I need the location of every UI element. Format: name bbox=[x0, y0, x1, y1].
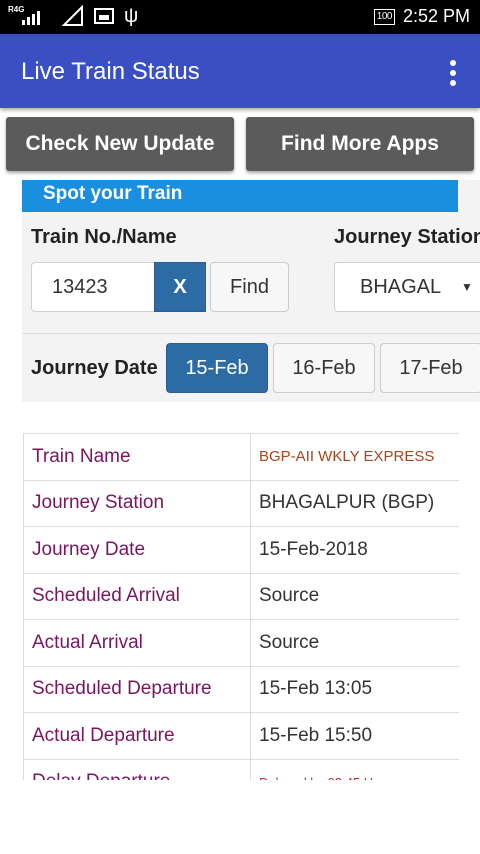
clock: 2:52 PM bbox=[402, 6, 470, 26]
row-value: 15-Feb 15:50 bbox=[250, 712, 459, 760]
journey-date-label: Journey Date bbox=[31, 357, 158, 379]
train-info-table: Train Name BGP-AII WKLY EXPRESS Journey … bbox=[23, 433, 459, 780]
row-value: Source bbox=[250, 619, 459, 667]
usb-icon: ψ bbox=[124, 5, 139, 27]
table-row: Journey Station BHAGALPUR (BGP) bbox=[23, 479, 459, 527]
empty-signal-icon bbox=[62, 5, 83, 26]
status-icons-right: 100 2:52 PM bbox=[373, 6, 470, 27]
row-value: Source bbox=[250, 572, 459, 620]
row-label: Scheduled Arrival bbox=[23, 572, 251, 620]
table-row: Scheduled Arrival Source bbox=[23, 572, 459, 620]
date-button-16-feb[interactable]: 16-Feb bbox=[273, 343, 375, 393]
row-label: Scheduled Departure bbox=[23, 665, 251, 713]
date-button-15-feb[interactable]: 15-Feb bbox=[166, 343, 268, 393]
row-value: 15-Feb 13:05 bbox=[250, 665, 459, 713]
app-bar: Live Train Status bbox=[0, 34, 480, 108]
table-row: Scheduled Departure 15-Feb 13:05 bbox=[23, 665, 459, 713]
overflow-menu-icon[interactable] bbox=[450, 60, 456, 86]
spot-train-panel: Spot your Train Train No./Name Journey S… bbox=[22, 180, 480, 402]
table-row: Actual Arrival Source bbox=[23, 619, 459, 667]
table-row: Journey Date 15-Feb-2018 bbox=[23, 526, 459, 574]
row-label: Train Name bbox=[23, 433, 251, 481]
divider bbox=[22, 333, 480, 334]
row-value: BHAGALPUR (BGP) bbox=[250, 479, 459, 527]
table-row: Train Name BGP-AII WKLY EXPRESS bbox=[23, 433, 459, 481]
row-label: Actual Departure bbox=[23, 712, 251, 760]
table-row: Actual Departure 15-Feb 15:50 bbox=[23, 712, 459, 760]
battery-icon: 100 bbox=[373, 8, 395, 25]
train-number-input[interactable] bbox=[31, 262, 155, 312]
row-value: BGP-AII WKLY EXPRESS bbox=[250, 433, 459, 481]
date-button-17-feb[interactable]: 17-Feb bbox=[380, 343, 480, 393]
row-label: Journey Station bbox=[23, 479, 251, 527]
status-icons-left: R4G ψ bbox=[8, 5, 138, 27]
dropdown-caret-icon: ▼ bbox=[461, 280, 473, 294]
journey-station-label: Journey Station bbox=[334, 226, 480, 248]
table-row: Delay Departure Delayed by 02:45 Hrs bbox=[23, 758, 459, 780]
spot-train-header: Spot your Train bbox=[22, 180, 458, 212]
train-number-label: Train No./Name bbox=[31, 226, 177, 248]
find-more-apps-button[interactable]: Find More Apps bbox=[246, 117, 474, 171]
status-bar: R4G ψ 100 2:52 PM bbox=[0, 0, 480, 34]
row-label: Actual Arrival bbox=[23, 619, 251, 667]
check-new-update-button[interactable]: Check New Update bbox=[6, 117, 234, 171]
image-notification-icon bbox=[94, 8, 114, 24]
journey-station-select[interactable]: BHAGAL ▼ bbox=[334, 262, 480, 312]
row-value: Delayed by 02:45 Hrs bbox=[250, 758, 459, 780]
row-label: Delay Departure bbox=[23, 758, 251, 780]
find-button[interactable]: Find bbox=[210, 262, 289, 312]
journey-station-value: BHAGAL bbox=[360, 276, 442, 298]
signal-icon: R4G bbox=[8, 5, 52, 27]
row-value: 15-Feb-2018 bbox=[250, 526, 459, 574]
row-label: Journey Date bbox=[23, 526, 251, 574]
clear-button[interactable]: X bbox=[154, 262, 206, 312]
app-title: Live Train Status bbox=[21, 58, 200, 85]
